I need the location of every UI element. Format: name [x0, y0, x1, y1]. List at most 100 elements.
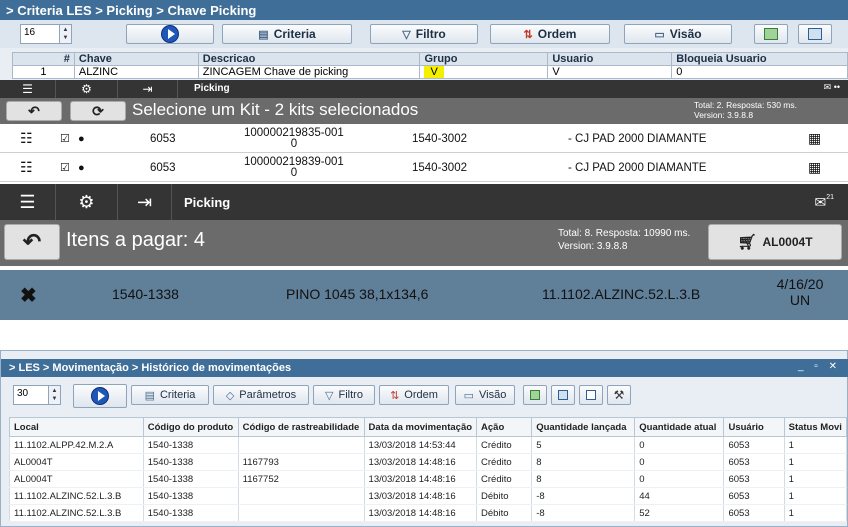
back-button[interactable]: ↶: [6, 101, 62, 121]
remove-icon[interactable]: ✖: [20, 283, 37, 308]
ordem-button[interactable]: ⇅ Ordem: [379, 385, 449, 405]
movimentacoes-table: Local Código do produto Código de rastre…: [9, 417, 848, 522]
col-usuario[interactable]: Usuário: [723, 417, 785, 437]
rows-per-page-value: 16: [24, 27, 36, 38]
col-codigo-produto[interactable]: Código do produto: [142, 417, 239, 437]
cart-button[interactable]: 🛒︎ AL0004T: [708, 224, 842, 260]
item-date-unit: 4/16/20 UN: [770, 276, 830, 308]
table-row[interactable]: AL0004T 1540-1338 1167793 13/03/2018 14:48:…: [9, 453, 848, 471]
table-row[interactable]: 11.1102.ALZINC.52.L.3.B 1540-1338 13/03/20…: [9, 487, 848, 505]
ordem-label: Ordem: [537, 27, 577, 41]
kit-part: 1540-3002: [412, 132, 467, 145]
save-button[interactable]: [551, 385, 575, 405]
play-icon: [91, 387, 109, 405]
cell-grupo[interactable]: V: [419, 65, 549, 79]
export-button[interactable]: [754, 24, 788, 44]
exit-button[interactable]: ⇥: [118, 184, 172, 220]
page-heading: Itens a pagar: 4: [66, 229, 205, 251]
col-usuario[interactable]: Usuario: [547, 52, 673, 66]
item-location: 11.1102.ALZINC.52.L.3.B: [542, 286, 701, 302]
notifications-button[interactable]: ✉21: [814, 194, 834, 211]
kit-row[interactable]: ☷ ☑ ● 6053 100000219839-001 0 1540-3002 -…: [0, 154, 848, 182]
code-icon: [586, 390, 596, 400]
col-grupo[interactable]: Grupo: [419, 52, 549, 66]
table-row[interactable]: 1 ALZINC ZINCAGEM Chave de picking V V 0: [12, 65, 848, 79]
criteria-label: Criteria: [273, 27, 316, 41]
cell: 13/03/2018 14:53:44: [363, 436, 478, 454]
col-local[interactable]: Local: [9, 417, 144, 437]
item-row[interactable]: ✖ 1540-1338 PINO 1045 38,1x134,6 11.1102…: [0, 270, 848, 320]
col-status[interactable]: Status Movi: [783, 417, 848, 437]
settings-button[interactable]: ⚙: [56, 184, 118, 220]
code-button[interactable]: [579, 385, 603, 405]
save-button[interactable]: [798, 24, 832, 44]
ordem-button[interactable]: ⇅ Ordem: [490, 24, 610, 44]
check-icon[interactable]: ☑: [60, 125, 70, 152]
run-button[interactable]: [73, 384, 127, 408]
criteria-label: Criteria: [159, 389, 196, 401]
grupo-select[interactable]: V: [424, 66, 444, 78]
filtro-button[interactable]: ▽ Filtro: [370, 24, 478, 44]
back-icon: ↶: [22, 229, 42, 254]
export-button[interactable]: [523, 385, 547, 405]
cell: 6053: [723, 504, 785, 522]
visao-button[interactable]: ▭ Visão: [624, 24, 732, 44]
notifications-button[interactable]: ✉ ••: [824, 82, 840, 93]
col-qtd-lancada[interactable]: Quantidade lançada: [531, 417, 636, 437]
criteria-button[interactable]: ▤ Criteria: [222, 24, 352, 44]
criteria-icon: ▤: [258, 28, 269, 41]
cell-usuario[interactable]: V: [547, 65, 673, 79]
col-data-movimentacao[interactable]: Data da movimentação: [363, 417, 478, 437]
cell: [237, 436, 365, 454]
envelope-icon: ✉: [814, 194, 827, 210]
col-qtd-atual[interactable]: Quantidade atual: [634, 417, 725, 437]
kit-desc: - CJ PAD 2000 DIAMANTE: [568, 132, 707, 145]
col-chave[interactable]: Chave: [73, 52, 199, 66]
filtro-button[interactable]: ▽ Filtro: [313, 385, 375, 405]
menu-button[interactable]: ☰: [0, 184, 56, 220]
col-num[interactable]: #: [12, 52, 75, 66]
col-acao[interactable]: Ação: [476, 417, 533, 437]
refresh-button[interactable]: ⟳: [70, 101, 126, 121]
refresh-icon: ⟳: [92, 102, 104, 119]
export-icon: [764, 28, 778, 40]
settings-button[interactable]: ⚙: [56, 80, 118, 98]
cart-label: AL0004T: [762, 235, 813, 249]
run-button[interactable]: [126, 24, 214, 44]
spin-arrows-icon[interactable]: ▲ ▼: [48, 386, 60, 404]
col-codigo-rastreabilidade[interactable]: Código de rastreabilidade: [237, 417, 365, 437]
play-icon: [161, 25, 179, 43]
chave-table: # Chave Descricao Grupo Usuario Bloqueia…: [12, 52, 848, 79]
back-button[interactable]: ↶: [4, 224, 60, 260]
itens-header: ↶ Itens a pagar: 4 Total: 8. Resposta: 1…: [0, 220, 848, 266]
kit-user: 6053: [150, 132, 176, 145]
kit-items-icon[interactable]: ▦: [808, 125, 821, 152]
menu-button[interactable]: ☰: [0, 80, 56, 98]
toolbar: 16 ▲ ▼ ▤ Criteria ▽ Filtro ⇅ Ordem ▭ Visão: [0, 20, 848, 48]
visao-button[interactable]: ▭ Visão: [455, 385, 515, 405]
window-controls[interactable]: _ ▫ ✕: [798, 361, 841, 372]
check-icon[interactable]: ☑: [60, 154, 70, 181]
parametros-button[interactable]: ◇ Parâmetros: [213, 385, 309, 405]
exit-button[interactable]: ⇥: [118, 80, 178, 98]
table-row[interactable]: 11.1102.ALPP.42.M.2.A 1540-1338 13/03/2018…: [9, 436, 848, 454]
col-bloqueia[interactable]: Bloqueia Usuario: [671, 52, 848, 66]
table-header-row: Local Código do produto Código de rastre…: [9, 417, 848, 437]
list-icon[interactable]: ☷: [20, 154, 33, 181]
kit-code-sub: 0: [290, 167, 298, 179]
table-row[interactable]: 11.1102.ALZINC.52.L.3.B 1540-1338 13/03/20…: [9, 504, 848, 522]
kit-items-icon[interactable]: ▦: [808, 154, 821, 181]
criteria-button[interactable]: ▤ Criteria: [131, 385, 209, 405]
table-header-row: # Chave Descricao Grupo Usuario Bloqueia…: [12, 52, 848, 66]
table-row[interactable]: AL0004T 1540-1338 1167752 13/03/2018 14:48:…: [9, 470, 848, 488]
tools-button[interactable]: ⚒: [607, 385, 631, 405]
filter-icon: ▽: [325, 389, 334, 402]
list-icon[interactable]: ☷: [20, 125, 33, 152]
view-icon: ▭: [654, 28, 665, 41]
rows-per-page-input[interactable]: 30 ▲ ▼: [13, 385, 61, 405]
rows-per-page-input[interactable]: 16 ▲ ▼: [20, 24, 72, 44]
cell: [237, 504, 365, 522]
col-descricao[interactable]: Descricao: [197, 52, 421, 66]
spin-arrows-icon[interactable]: ▲ ▼: [59, 25, 71, 43]
kit-row[interactable]: ☷ ☑ ● 6053 100000219835-001 0 1540-3002 -…: [0, 125, 848, 153]
